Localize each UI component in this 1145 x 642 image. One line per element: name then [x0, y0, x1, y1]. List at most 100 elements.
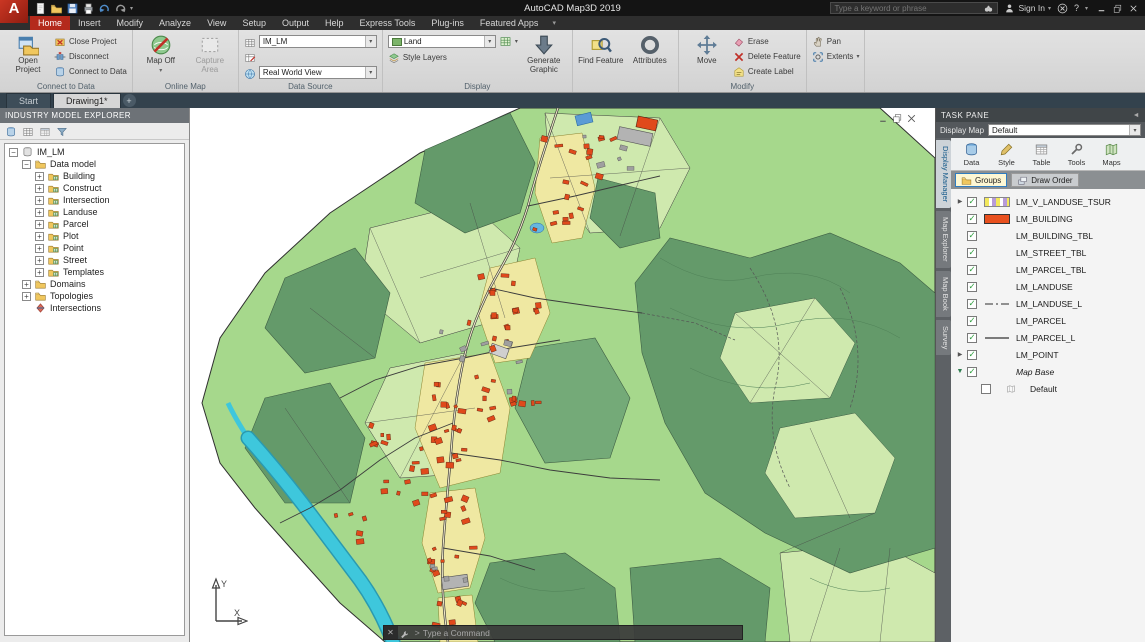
layer-style-swatch-building[interactable]	[984, 214, 1010, 224]
layer-visibility-checkbox[interactable]: ✓	[967, 367, 977, 377]
layer-visibility-checkbox[interactable]: ✓	[967, 316, 977, 326]
plot-icon[interactable]	[82, 2, 95, 15]
layer-style-swatch-dashdot[interactable]	[984, 299, 1010, 309]
ribbon-tab-help[interactable]: Help	[317, 16, 352, 30]
data-button[interactable]: Data	[955, 142, 988, 167]
viewport-close-icon[interactable]	[906, 111, 917, 122]
panel-label-display[interactable]: Display	[383, 82, 572, 91]
tree-item-point[interactable]: +Point	[5, 242, 184, 254]
side-tab-display-manager[interactable]: Display Manager	[936, 140, 951, 208]
edit-table-icon[interactable]	[244, 51, 256, 63]
tree-expander-plus-icon[interactable]: +	[35, 184, 44, 193]
delete-feature-button[interactable]: Delete Feature	[733, 50, 801, 63]
new-drawing-tab-button[interactable]: +	[123, 94, 136, 107]
close-button[interactable]	[1126, 2, 1141, 15]
search-icon[interactable]	[983, 3, 994, 14]
table-button[interactable]: Table	[1025, 142, 1058, 167]
ribbon-tab-setup[interactable]: Setup	[234, 16, 274, 30]
layer-expanded-arrow-icon[interactable]: ▼	[953, 368, 967, 375]
tree-item-construct[interactable]: +Construct	[5, 182, 184, 194]
layer-style-swatch-mapsheet[interactable]	[998, 384, 1024, 394]
save-icon[interactable]	[66, 2, 79, 15]
tree-expander-plus-icon[interactable]: +	[35, 256, 44, 265]
command-line[interactable]: ✕ >	[383, 625, 743, 640]
ribbon-tab-analyze[interactable]: Analyze	[151, 16, 199, 30]
tree-item-street[interactable]: +Street	[5, 254, 184, 266]
redo-icon[interactable]	[114, 2, 127, 15]
find-feature-button[interactable]: Find Feature	[578, 33, 624, 66]
layer-row-lm-point[interactable]: ▶✓LM_POINT	[951, 346, 1145, 363]
ribbon-tab-output[interactable]: Output	[274, 16, 317, 30]
layer-row-lm-parcel-l[interactable]: ✓LM_PARCEL_L	[951, 329, 1145, 346]
help-dropdown-icon[interactable]: ▾	[1085, 5, 1088, 12]
layer-collapsed-arrow-icon[interactable]: ▶	[953, 351, 967, 358]
tree-item-intersection[interactable]: +Intersection	[5, 194, 184, 206]
style-grid-icon[interactable]	[499, 35, 512, 48]
layer-row-lm-street-tbl[interactable]: ✓LM_STREET_TBL	[951, 244, 1145, 261]
draw-order-button[interactable]: Draw Order	[1011, 173, 1078, 187]
layer-visibility-checkbox[interactable]: ✓	[967, 231, 977, 241]
help-button[interactable]: ?	[1074, 3, 1079, 13]
explorer-table2-icon[interactable]	[39, 125, 51, 137]
open-project-button[interactable]: Open Project	[5, 33, 51, 75]
ribbon-tab-view[interactable]: View	[199, 16, 234, 30]
layer-row-default[interactable]: Default	[951, 380, 1145, 397]
layer-row-lm-landuse[interactable]: ✓LM_LANDUSE	[951, 278, 1145, 295]
tree-item-building[interactable]: +Building	[5, 170, 184, 182]
close-project-button[interactable]: Close Project	[54, 35, 127, 48]
layer-collapsed-arrow-icon[interactable]: ▶	[953, 198, 967, 205]
ribbon-tab-featured-apps[interactable]: Featured Apps	[472, 16, 547, 30]
layer-row-lm-building-tbl[interactable]: ✓LM_BUILDING_TBL	[951, 227, 1145, 244]
layer-row-lm-landuse-l[interactable]: ✓LM_LANDUSE_L	[951, 295, 1145, 312]
tree-expander-plus-icon[interactable]: +	[35, 172, 44, 181]
tools-button[interactable]: Tools	[1060, 142, 1093, 167]
attributes-button[interactable]: Attributes	[627, 33, 673, 66]
undo-icon[interactable]	[98, 2, 111, 15]
layer-visibility-checkbox[interactable]: ✓	[967, 350, 977, 360]
connect-to-data-button[interactable]: Connect to Data	[54, 65, 127, 78]
tree-expander-minus-icon[interactable]: −	[9, 148, 18, 157]
layer-style-swatch-stripes[interactable]	[984, 197, 1010, 207]
tree-item-domains[interactable]: +Domains	[5, 278, 184, 290]
tree-item-intersections[interactable]: Intersections	[5, 302, 184, 314]
create-label-button[interactable]: Create Label	[733, 65, 801, 78]
side-tab-map-book[interactable]: Map Book	[936, 271, 951, 317]
layer-row-lm-parcel[interactable]: ✓LM_PARCEL	[951, 312, 1145, 329]
explorer-table-icon[interactable]	[22, 125, 34, 137]
search-input[interactable]	[834, 4, 983, 13]
display-map-combo[interactable]: Default ▾	[988, 124, 1141, 136]
tree-expander-plus-icon[interactable]: +	[35, 244, 44, 253]
exchange-apps-icon[interactable]	[1057, 3, 1068, 14]
layer-style-swatch-line[interactable]	[984, 333, 1010, 343]
quick-access-dropdown-icon[interactable]: ▾	[130, 5, 133, 12]
groups-button[interactable]: Groups	[955, 173, 1007, 187]
tree-item-data-model[interactable]: −Data model	[5, 158, 184, 170]
generate-graphic-button[interactable]: Generate Graphic	[521, 33, 567, 75]
move-button[interactable]: Move	[684, 33, 730, 66]
panel-label-modify[interactable]: Modify	[679, 82, 806, 91]
ribbon-tab-home[interactable]: Home	[30, 16, 70, 30]
capture-area-button[interactable]: Capture Area	[187, 33, 233, 75]
tree-item-im-lm[interactable]: −IM_LM	[5, 146, 184, 158]
layer-visibility-checkbox[interactable]: ✓	[967, 265, 977, 275]
task-pane-collapse-icon[interactable]: ◄	[1133, 112, 1140, 119]
file-tab-drawing1[interactable]: Drawing1*	[53, 93, 121, 108]
tree-expander-plus-icon[interactable]: +	[35, 232, 44, 241]
tree-item-parcel[interactable]: +Parcel	[5, 218, 184, 230]
maps-button[interactable]: Maps	[1095, 142, 1128, 167]
explorer-connect-icon[interactable]	[5, 125, 17, 137]
ribbon-tab-insert[interactable]: Insert	[70, 16, 109, 30]
panel-label-online-map[interactable]: Online Map	[133, 82, 238, 91]
command-input[interactable]	[423, 628, 742, 638]
extents-button[interactable]: Extents▾	[812, 50, 860, 63]
ribbon-tab-overflow-icon[interactable]: ▾	[552, 19, 556, 30]
tree-item-templates[interactable]: +Templates	[5, 266, 184, 278]
sign-in-button[interactable]: Sign In ▾	[1004, 3, 1050, 14]
tree-item-landuse[interactable]: +Landuse	[5, 206, 184, 218]
side-tab-survey[interactable]: Survey	[936, 320, 951, 355]
ribbon-tab-plug-ins[interactable]: Plug-ins	[423, 16, 472, 30]
viewport-minimize-icon[interactable]	[878, 111, 889, 122]
restore-button[interactable]	[1110, 2, 1125, 15]
command-close-icon[interactable]: ✕	[384, 626, 398, 639]
map-drawing[interactable]	[190, 108, 935, 642]
